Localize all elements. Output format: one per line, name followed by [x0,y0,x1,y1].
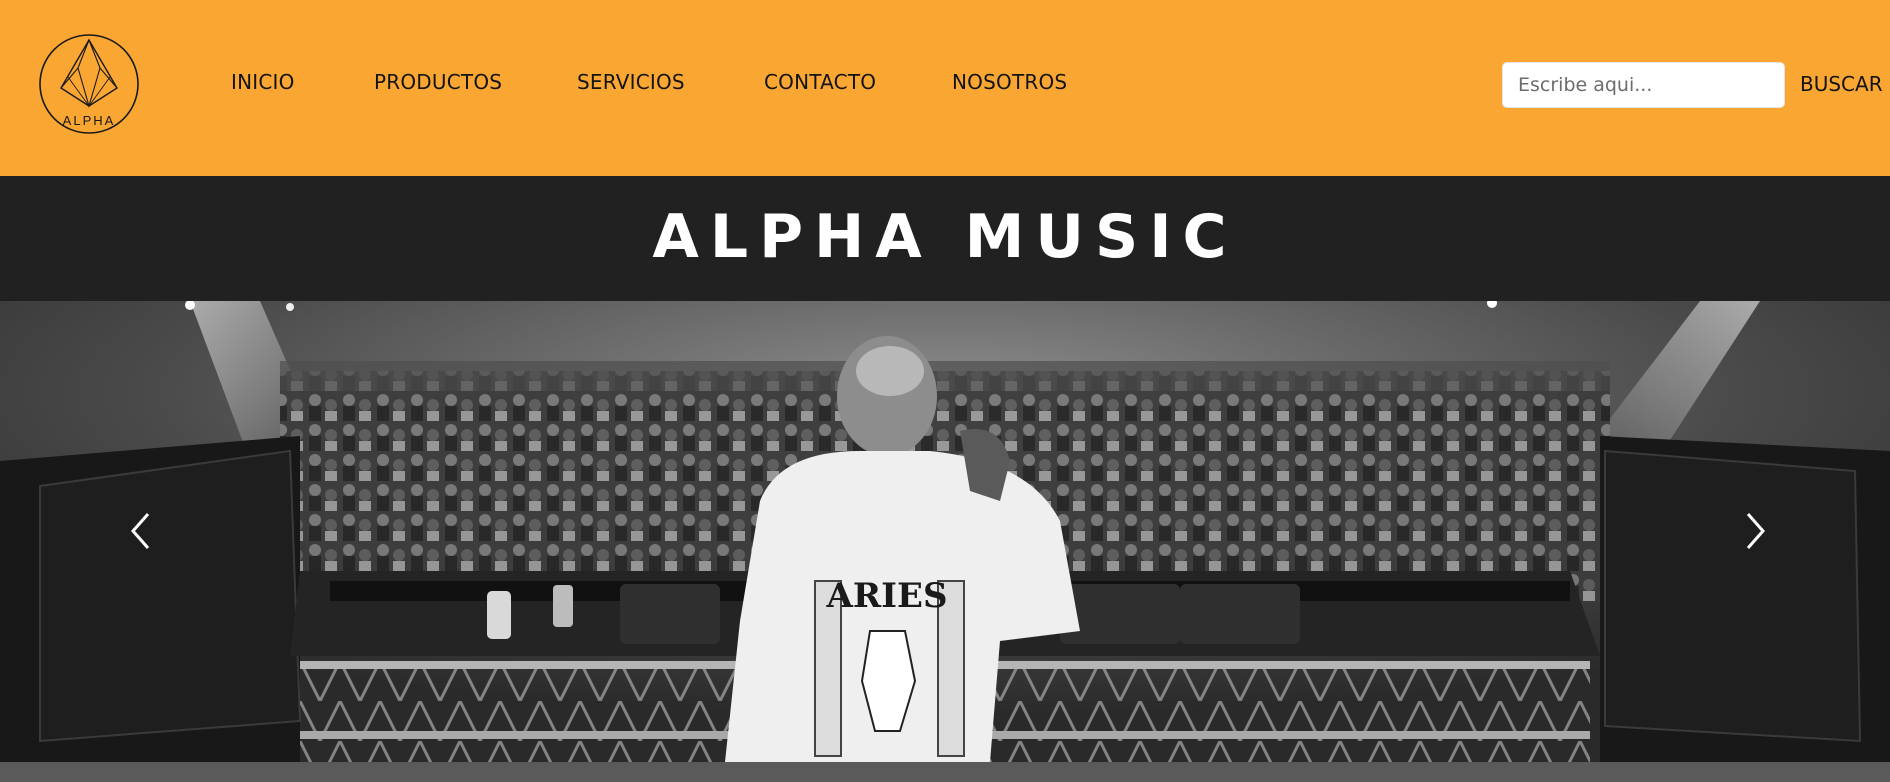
carousel-prev-button[interactable] [121,506,161,556]
search-button[interactable]: BUSCAR [1800,72,1883,96]
nav-item-nosotros[interactable]: NOSOTROS [952,70,1067,94]
nav-item-productos[interactable]: PRODUCTOS [374,70,502,94]
nav-item-servicios[interactable]: SERVICIOS [577,70,685,94]
nav-item-contacto[interactable]: CONTACTO [764,70,876,94]
bottom-strip [0,762,1890,782]
hero-carousel: ARIES [0,301,1890,762]
shirt-print-text: ARIES [825,576,947,616]
chevron-left-icon [130,513,150,549]
page-title: ALPHA MUSIC [652,202,1238,272]
chevron-right-icon [1746,513,1766,549]
search-input[interactable] [1502,62,1785,108]
page-banner: ALPHA MUSIC [0,176,1890,301]
nav-item-inicio[interactable]: INICIO [231,70,295,94]
carousel-next-button[interactable] [1735,506,1775,556]
carousel-slide-image: ARIES [0,301,1890,762]
site-header: ALPHA INICIO PRODUCTOS SERVICIOS CONTACT… [0,0,1890,176]
main-nav: INICIO PRODUCTOS SERVICIOS CONTACTO NOSO… [0,0,1200,176]
